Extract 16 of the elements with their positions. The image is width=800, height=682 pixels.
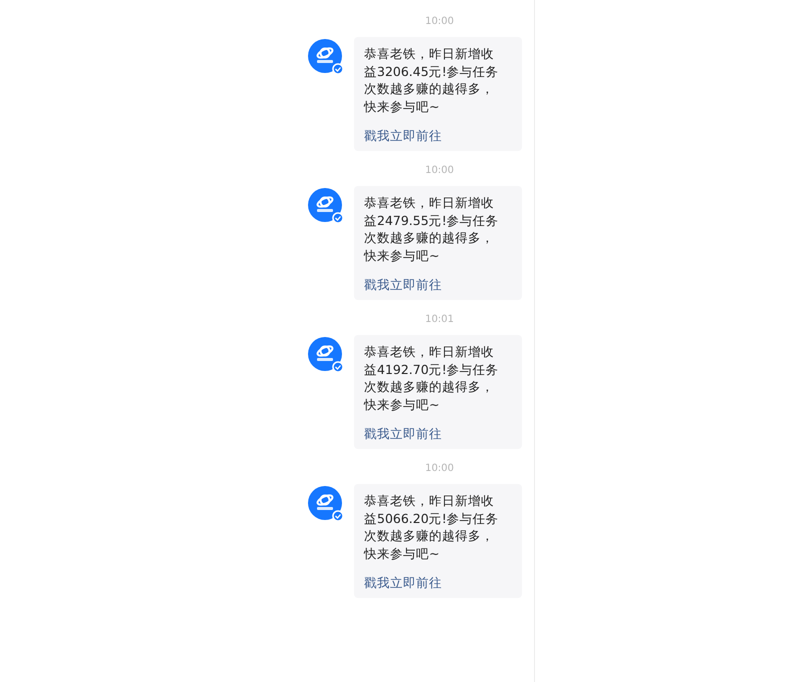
message-text: 恭喜老铁，昨日新增收益5066.20元!参与任务次数越多赚的越得多，快来参与吧~ [364,492,500,562]
message-text: 恭喜老铁，昨日新增收益3206.45元!参与任务次数越多赚的越得多，快来参与吧~ [364,45,500,115]
avatar-icon [308,337,344,373]
avatar-icon [308,188,344,224]
message-link[interactable]: 戳我立即前往 [364,127,442,146]
message-link[interactable]: 戳我立即前往 [364,276,442,295]
avatar-icon [308,486,344,522]
message-text: 恭喜老铁，昨日新增收益2479.55元!参与任务次数越多赚的越得多，快来参与吧~ [364,194,500,264]
message-link[interactable]: 戳我立即前往 [364,574,442,593]
message-link[interactable]: 戳我立即前往 [364,425,442,444]
message-text: 恭喜老铁，昨日新增收益4192.70元!参与任务次数越多赚的越得多，快来参与吧~ [364,343,500,413]
timestamp: 10:00 [424,164,455,178]
avatar-icon [308,39,344,75]
timestamp: 10:00 [424,15,455,29]
timestamp: 10:01 [424,313,455,327]
timestamp: 10:00 [424,462,455,476]
